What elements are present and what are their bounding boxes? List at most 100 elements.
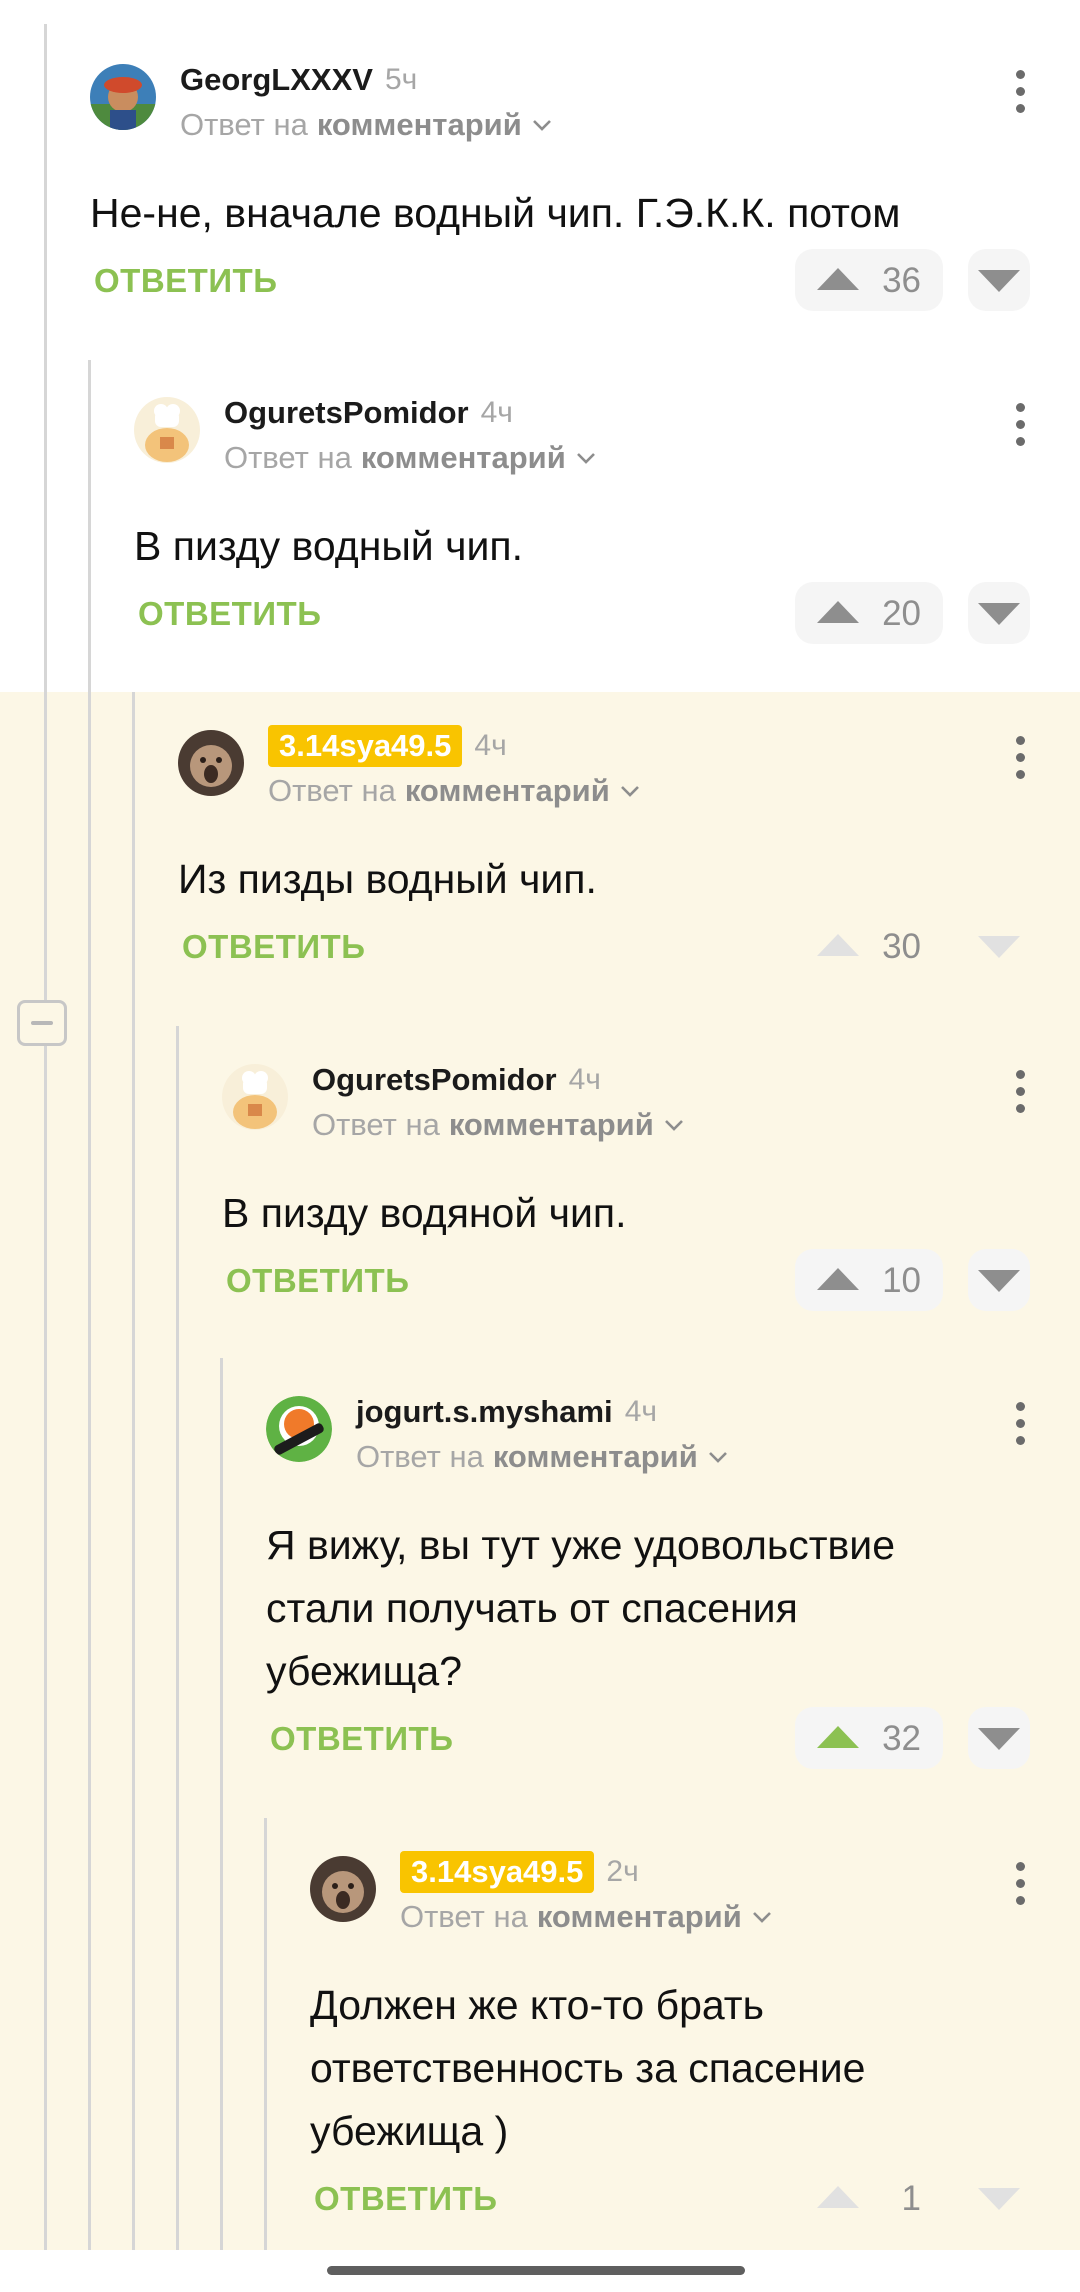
reply-target: комментарий [492, 1439, 698, 1474]
upvote-button[interactable]: 10 [795, 1249, 943, 1311]
thread-line-level-0 [44, 24, 47, 2250]
comment-time: 5ч [384, 63, 418, 96]
comment-text: В пизду водяной чип. [222, 1190, 627, 1236]
chevron-down-icon [576, 453, 595, 464]
downvote-button[interactable] [968, 249, 1030, 311]
more-options-icon[interactable] [1014, 736, 1026, 780]
thread-line-level-4 [220, 1358, 223, 2250]
downvote-button[interactable] [968, 2167, 1030, 2229]
comment-text: Должен же кто-то брать ответственность з… [310, 1974, 865, 2163]
vote-count: 36 [882, 261, 921, 300]
username[interactable]: OguretsPomidor [312, 1062, 557, 1098]
comment-text-line: Должен же кто-то брать [310, 1982, 764, 2028]
arrow-up-icon [817, 2186, 859, 2208]
username-row: 3.14sya49.5 4ч [268, 724, 507, 768]
comment: GeorgLXXXV 5ч Ответ на комментарий Не-не… [90, 62, 1040, 324]
reply-to-link[interactable]: Ответ на комментарий [180, 107, 552, 143]
reply-to-link[interactable]: Ответ на комментарий [400, 1899, 772, 1935]
downvote-button[interactable] [968, 915, 1030, 977]
reply-prefix: Ответ на [312, 1107, 440, 1142]
comment-text-line: стали получать от спасения [266, 1585, 798, 1631]
comment-time: 4ч [480, 396, 513, 429]
upvote-button[interactable]: 32 [795, 1707, 943, 1769]
chevron-down-icon [708, 1452, 727, 1463]
reply-target: комментарий [360, 440, 566, 475]
chevron-down-icon [664, 1120, 683, 1131]
upvote-button[interactable]: 36 [795, 249, 943, 311]
reply-prefix: Ответ на [224, 440, 352, 475]
reply-to-link[interactable]: Ответ на комментарий [312, 1107, 684, 1143]
downvote-button[interactable] [968, 582, 1030, 644]
chef-avatar[interactable] [134, 397, 200, 463]
arrow-down-icon [978, 270, 1020, 292]
collapse-thread-button[interactable] [17, 1000, 67, 1046]
chevron-down-icon [752, 1912, 771, 1923]
arrow-up-icon [817, 601, 859, 623]
comment-time: 4ч [474, 729, 507, 762]
sushi-avatar[interactable] [266, 1396, 332, 1462]
comment-text-line: убежища? [266, 1648, 462, 1694]
reply-prefix: Ответ на [268, 773, 396, 808]
reply-prefix: Ответ на [356, 1439, 484, 1474]
downvote-button[interactable] [968, 1707, 1030, 1769]
username[interactable]: GeorgLXXXV [180, 62, 373, 98]
comment-time: 4ч [624, 1395, 658, 1428]
chevron-down-icon [620, 786, 639, 797]
arrow-down-icon [978, 1728, 1020, 1750]
more-options-icon[interactable] [1014, 1862, 1026, 1906]
reply-button[interactable]: ОТВЕТИТЬ [182, 928, 365, 966]
downvote-button[interactable] [968, 1249, 1030, 1311]
comment-text-line: Я вижу, вы тут уже удовольствие [266, 1522, 896, 1568]
photo-avatar-face[interactable] [310, 1856, 376, 1922]
comment-text: Из пизды водный чип. [178, 856, 597, 902]
more-options-icon[interactable] [1014, 1070, 1026, 1114]
reply-button[interactable]: ОТВЕТИТЬ [270, 1720, 453, 1758]
upvote-button[interactable]: 30 [795, 915, 943, 977]
arrow-down-icon [978, 2188, 1020, 2210]
reply-target: комментарий [536, 1899, 742, 1934]
reply-target: комментарий [404, 773, 610, 808]
comment-text: Не-не, вначале водный чип. Г.Э.К.К. пото… [90, 190, 901, 236]
username-badge[interactable]: 3.14sya49.5 [400, 1851, 595, 1893]
comment: OguretsPomidor 4ч Ответ на комментарий В… [222, 1062, 1040, 1324]
more-options-icon[interactable] [1014, 403, 1026, 447]
arrow-up-icon [817, 1726, 859, 1748]
username-row: 3.14sya49.5 2ч [400, 1850, 639, 1894]
username[interactable]: OguretsPomidor [224, 395, 469, 431]
reply-button[interactable]: ОТВЕТИТЬ [226, 1262, 409, 1300]
username-row: OguretsPomidor 4ч [224, 391, 513, 435]
thread-line-level-5 [264, 1818, 267, 2250]
reply-button[interactable]: ОТВЕТИТЬ [314, 2180, 497, 2218]
home-indicator[interactable] [327, 2266, 745, 2275]
comment: 3.14sya49.5 4ч Ответ на комментарий Из п… [178, 725, 1040, 990]
username[interactable]: jogurt.s.myshami [356, 1394, 613, 1430]
arrow-up-icon [817, 1268, 859, 1290]
arrow-down-icon [978, 936, 1020, 958]
upvote-button[interactable]: 20 [795, 582, 943, 644]
photo-avatar-hat[interactable] [90, 64, 156, 130]
reply-target: комментарий [316, 107, 522, 142]
vote-count: 1 [901, 2179, 921, 2218]
reply-button[interactable]: ОТВЕТИТЬ [94, 262, 277, 300]
reply-button[interactable]: ОТВЕТИТЬ [138, 595, 321, 633]
reply-to-link[interactable]: Ответ на комментарий [268, 773, 640, 809]
photo-avatar-face[interactable] [178, 730, 244, 796]
reply-target: комментарий [448, 1107, 654, 1142]
comment: OguretsPomidor 4ч Ответ на комментарий В… [134, 395, 1040, 657]
chevron-down-icon [532, 120, 551, 131]
more-options-icon[interactable] [1014, 1402, 1026, 1446]
comment-text: В пизду водный чип. [134, 523, 523, 569]
more-options-icon[interactable] [1014, 70, 1026, 114]
arrow-up-icon [817, 934, 859, 956]
comment: jogurt.s.myshami 4ч Ответ на комментарий… [266, 1394, 1040, 1776]
arrow-down-icon [978, 1270, 1020, 1292]
arrow-up-icon [817, 268, 859, 290]
reply-to-link[interactable]: Ответ на комментарий [224, 440, 596, 476]
chef-avatar[interactable] [222, 1064, 288, 1130]
reply-to-link[interactable]: Ответ на комментарий [356, 1439, 728, 1475]
username-badge[interactable]: 3.14sya49.5 [268, 725, 463, 767]
upvote-button[interactable]: 1 [795, 2167, 943, 2229]
arrow-down-icon [978, 603, 1020, 625]
vote-count: 32 [882, 1719, 921, 1758]
reply-prefix: Ответ на [400, 1899, 528, 1934]
